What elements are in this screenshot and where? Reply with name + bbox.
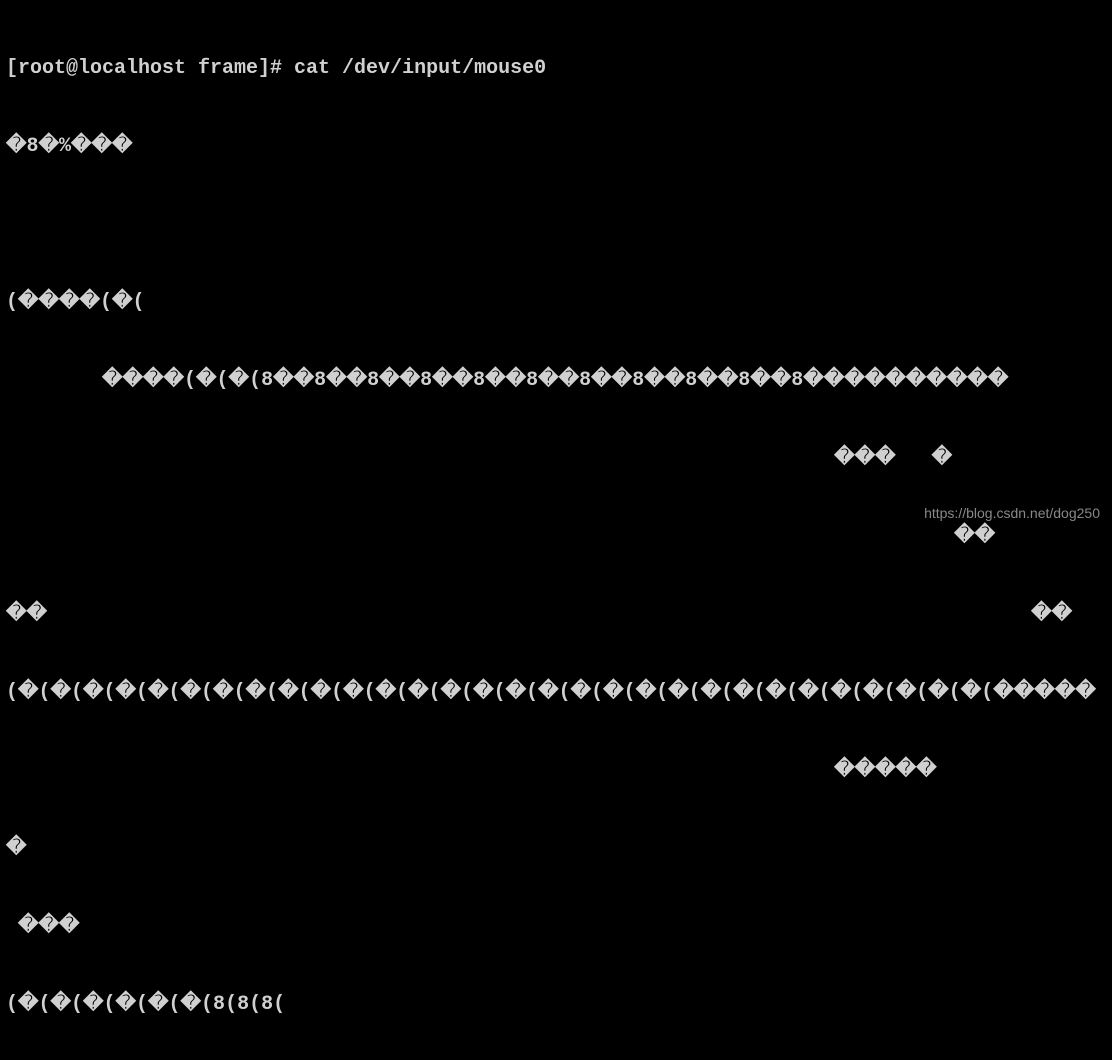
command-line: [root@localhost frame]# cat /dev/input/m…: [6, 56, 1106, 82]
output-line: (����(�(: [6, 290, 1106, 316]
output-line: ��� �: [6, 446, 1106, 472]
output-line: �8�%���: [6, 134, 1106, 160]
output-line: �����: [6, 758, 1106, 784]
output-line: ����(�(�(8��8��8��8��8��8��8��8��8��8��8…: [6, 368, 1106, 394]
output-line: [6, 212, 1106, 238]
command-text: cat /dev/input/mouse0: [294, 56, 546, 82]
output-line: (�(�(�(�(�(�(8(8(8(: [6, 992, 1106, 1018]
output-line: �: [6, 836, 1106, 862]
terminal-output: [root@localhost frame]# cat /dev/input/m…: [6, 4, 1106, 1060]
output-line: �� ��: [6, 602, 1106, 628]
output-line: (�(�(�(�(�(�(�(�(�(�(�(�(�(�(�(�(�(�(�(�…: [6, 680, 1106, 706]
shell-prompt: [root@localhost frame]#: [6, 56, 294, 82]
output-line: ��: [6, 524, 1106, 550]
watermark-text: https://blog.csdn.net/dog250: [924, 504, 1100, 522]
output-line: ���: [6, 914, 1106, 940]
